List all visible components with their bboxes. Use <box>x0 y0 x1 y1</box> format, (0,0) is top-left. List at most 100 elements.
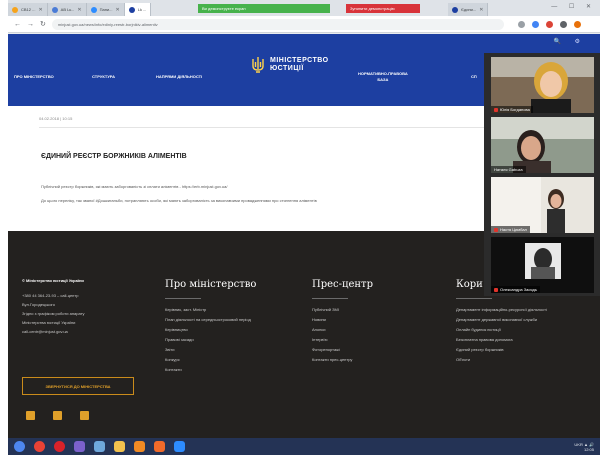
page-title: ЄДИНИЙ РЕЄСТР БОРЖНИКІВ АЛІМЕНТІВ <box>41 153 187 160</box>
browser-tab[interactable]: Єдини... ✕ <box>448 3 489 16</box>
paint-icon[interactable] <box>134 441 145 452</box>
participant-tile[interactable]: Олександра Засядь <box>491 237 594 293</box>
footer-link[interactable]: Єдиний реєстр боржників <box>456 347 547 352</box>
extension-icons <box>517 20 581 28</box>
reload-icon[interactable]: ↻ <box>40 20 46 28</box>
footer-link[interactable]: Правові засади <box>165 337 256 342</box>
footer-link[interactable]: Безоплатна правова допомога <box>456 337 547 342</box>
footer-link[interactable]: Фоторепортажі <box>312 347 373 352</box>
participant-name-label: Наталя Gabuza <box>491 166 526 173</box>
nav-item-directions[interactable]: НАПРЯМИ ДІЯЛЬНОСТІ <box>156 74 202 79</box>
viber-icon[interactable] <box>74 441 85 452</box>
footer-link[interactable]: Департамент державної виконавчої служби <box>456 317 547 322</box>
facebook-icon[interactable] <box>26 411 35 420</box>
footer-link[interactable]: Онлайн будинок юстиції <box>456 327 547 332</box>
participant-tile[interactable]: Юлія Богданова <box>491 57 594 113</box>
extension-icon[interactable] <box>545 20 553 28</box>
url-field[interactable]: minjust.gov.ua/news/info/ediniy-reestr-b… <box>51 18 504 30</box>
browser-tab-bar: СВ12 ... ✕ AВ Lк... ✕ Пани... ✕ Lk ... Ви д… <box>8 0 600 16</box>
nav-item-normative[interactable]: НОРМАТИВНО-ПРАВОВА БАЗА <box>358 71 408 83</box>
nav-item-about[interactable]: ПРО МІНІСТЕРСТВО <box>14 74 54 79</box>
tab-label: Пани... <box>99 7 113 12</box>
footer-column-about: Про міністерство Керівник, заст. Міністр… <box>165 279 256 377</box>
start-icon[interactable] <box>14 441 25 452</box>
tab-label: СВ12 ... <box>21 7 36 12</box>
footer-heading: Про міністерство <box>165 279 257 290</box>
browser-tab[interactable]: AВ Lк... ✕ <box>47 3 87 16</box>
zoom-icon[interactable] <box>174 441 185 452</box>
footer-link[interactable]: Звіти <box>165 347 256 352</box>
participant-video <box>491 117 594 173</box>
mic-off-icon <box>494 227 498 232</box>
video-call-panel: Юлія Богданова Наталя Gabuza Настя Цимба… <box>484 53 600 296</box>
forward-icon[interactable]: → <box>27 21 34 28</box>
logo-line-1: МІНІСТЕРСТВО <box>270 57 329 64</box>
youtube-icon[interactable] <box>80 411 89 420</box>
footer-link[interactable]: Конкурс <box>165 357 256 362</box>
participant-name: Юлія Богданова <box>500 107 530 112</box>
participant-name-label: Юлія Богданова <box>491 106 533 113</box>
media-icon[interactable] <box>154 441 165 452</box>
close-icon[interactable]: ✕ <box>38 7 42 13</box>
tab-favicon-icon <box>452 6 458 13</box>
window-controls[interactable]: — ☐ ✕ <box>551 3 596 10</box>
tab-favicon-icon <box>90 6 97 13</box>
browser-tab-active[interactable]: Lk ... <box>124 3 152 16</box>
participant-video <box>491 177 594 233</box>
profile-icon[interactable] <box>573 20 581 28</box>
close-icon[interactable]: ✕ <box>479 7 483 13</box>
footer-link[interactable]: Контакти <box>165 367 256 372</box>
contact-ministry-button[interactable]: ЗВЕРНУТИСЯ ДО МІНІСТЕРСТВА <box>22 377 134 395</box>
footer-link[interactable]: Об'єкти <box>456 357 547 362</box>
footer-org: © Міністерство юстиції України <box>22 278 84 283</box>
close-icon[interactable]: ✕ <box>116 7 120 13</box>
browser-tab[interactable]: СВ12 ... ✕ <box>8 3 48 16</box>
stop-sharing-button[interactable]: Зупинити демонстрацію <box>346 4 420 13</box>
footer-column-press: Прес-центр Публічний ЗМІ Новини Анонси І… <box>312 279 373 367</box>
footer-link[interactable]: Анонси <box>312 327 373 332</box>
footer-link[interactable]: Департамент інформаційно-ресурсної діяль… <box>456 307 547 312</box>
extension-icon[interactable] <box>531 20 539 28</box>
footer-link[interactable]: Контакти прес-центру <box>312 357 373 362</box>
footer-link[interactable]: Публічний ЗМІ <box>312 307 373 312</box>
system-tray[interactable]: UKR ▲ 🔊 12:05 <box>574 442 594 452</box>
browser-tab[interactable]: Пани... ✕ <box>86 3 125 16</box>
article-date: 04.02.2018 | 10:15 <box>39 116 73 121</box>
participant-tile[interactable]: Настя Цимбал <box>491 177 594 233</box>
footer-link[interactable]: Керівник, заст. Міністр <box>165 307 256 312</box>
social-links <box>26 411 89 420</box>
folder-icon[interactable] <box>114 441 125 452</box>
footer-link[interactable]: Керівництво <box>165 327 256 332</box>
participant-name: Олександра Засядь <box>500 287 537 292</box>
logo-text: МІНІСТЕРСТВО ЮСТИЦІЇ <box>270 57 329 73</box>
opera-icon[interactable] <box>54 441 65 452</box>
footer-contact-line[interactable]: +380 44 364-23-93 – call-центр <box>22 293 142 298</box>
footer-link[interactable]: План діяльності на середньостроковий пер… <box>165 317 256 322</box>
extension-icon[interactable] <box>559 20 567 28</box>
header-icons[interactable]: 🔍 ⚙ <box>553 38 586 45</box>
ministry-logo[interactable]: МІНІСТЕРСТВО ЮСТИЦІЇ <box>251 56 329 74</box>
star-icon[interactable] <box>517 20 525 28</box>
back-icon[interactable]: ← <box>14 21 21 28</box>
tab-label: Єдини... <box>461 7 477 12</box>
participant-tile[interactable]: Наталя Gabuza <box>491 117 594 173</box>
nav-item-structure[interactable]: СТРУКТУРА <box>92 74 115 79</box>
screen-frame: СВ12 ... ✕ AВ Lк... ✕ Пани... ✕ Lk ... Ви д… <box>8 0 600 455</box>
footer-link[interactable]: Інтерв'ю <box>312 337 373 342</box>
twitter-icon[interactable] <box>53 411 62 420</box>
mic-off-icon <box>494 107 498 112</box>
divider <box>165 298 201 299</box>
chrome-icon[interactable] <box>34 441 45 452</box>
divider <box>312 298 348 299</box>
footer-link[interactable]: Новини <box>312 317 373 322</box>
explorer-icon[interactable] <box>94 441 105 452</box>
mic-off-icon <box>494 287 498 292</box>
participant-video <box>491 237 594 293</box>
footer-email-link[interactable]: call-centr@minjust.gov.ua <box>22 329 142 334</box>
close-icon[interactable]: ✕ <box>77 7 81 13</box>
participant-name-label: Олександра Засядь <box>491 286 540 293</box>
participant-name: Наталя Gabuza <box>494 167 523 172</box>
logo-line-2: ЮСТИЦІЇ <box>270 65 304 72</box>
nav-item-more[interactable]: СП <box>471 74 477 79</box>
tab-label: AВ Lк... <box>60 7 75 12</box>
